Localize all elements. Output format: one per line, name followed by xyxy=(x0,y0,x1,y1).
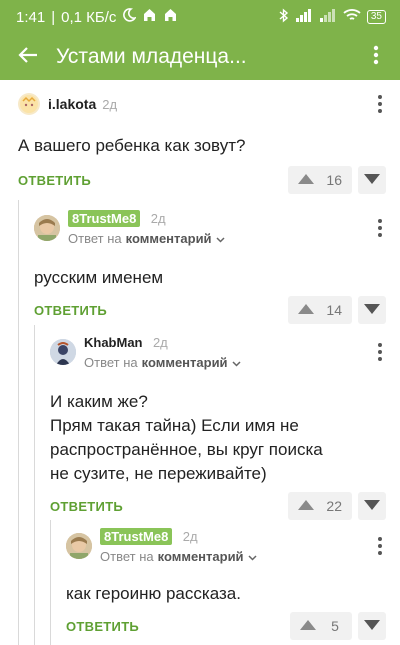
status-speed: 0,1 КБ/с xyxy=(61,8,117,26)
reply-to-link[interactable]: Ответ на комментарий xyxy=(68,231,225,246)
downvote-button[interactable] xyxy=(358,492,386,520)
downvote-button[interactable] xyxy=(358,166,386,194)
vote-controls: 5 xyxy=(290,612,386,640)
triangle-up-icon xyxy=(300,617,316,635)
comment-header: KhabMan 2д Ответ на комментарий xyxy=(34,330,400,374)
comment-text: А вашего ребенка как зовут? xyxy=(18,136,246,155)
reply-to-link[interactable]: Ответ на комментарий xyxy=(100,549,257,564)
comment-actions: ОТВЕТИТЬ 22 xyxy=(34,486,400,520)
comment: i.lakota 2д А вашего ребенка как зовут? … xyxy=(0,88,400,194)
upvote-button[interactable]: 14 xyxy=(288,296,352,324)
author-name[interactable]: 8TrustMe8 xyxy=(100,528,173,545)
arrow-left-icon xyxy=(18,46,38,69)
comment-actions: ОТВЕТИТЬ 5 xyxy=(50,606,400,640)
back-button[interactable] xyxy=(0,46,56,69)
downvote-button[interactable] xyxy=(358,612,386,640)
vote-controls: 22 xyxy=(288,492,386,520)
author-block: 8TrustMe8 2д Ответ на комментарий xyxy=(68,210,225,246)
comment: 8TrustMe8 2д Ответ на комментарий как ге… xyxy=(50,524,400,640)
avatar[interactable] xyxy=(50,339,76,365)
vote-count: 22 xyxy=(326,498,342,514)
avatar[interactable] xyxy=(66,533,92,559)
reply-button[interactable]: ОТВЕТИТЬ xyxy=(66,619,139,634)
triangle-up-icon xyxy=(298,171,315,189)
author-block: 8TrustMe8 2д Ответ на комментарий xyxy=(100,528,257,564)
vote-controls: 16 xyxy=(288,166,386,194)
comment-text: Прям такая тайна) Если имя не распростра… xyxy=(50,416,323,483)
overflow-menu-button[interactable] xyxy=(352,45,400,70)
comment-header: i.lakota 2д xyxy=(0,88,400,120)
comment-thread: i.lakota 2д А вашего ребенка как зовут? … xyxy=(0,80,400,645)
chevron-down-icon xyxy=(216,231,225,246)
reply-button[interactable]: ОТВЕТИТЬ xyxy=(18,173,91,188)
comment-text: как героиню рассказа. xyxy=(66,584,241,603)
vote-count: 14 xyxy=(326,302,342,318)
reply-to-link[interactable]: Ответ на комментарий xyxy=(84,355,241,370)
battery-indicator: 35 xyxy=(366,10,386,24)
comment-age: 2д xyxy=(150,211,166,226)
status-time: 1:41 xyxy=(16,8,46,26)
app-bar: Устами младенца... xyxy=(0,34,400,80)
reply-button[interactable]: ОТВЕТИТЬ xyxy=(34,303,107,318)
triangle-up-icon xyxy=(298,497,315,515)
author-name[interactable]: KhabMan xyxy=(84,335,143,350)
upvote-button[interactable]: 22 xyxy=(288,492,352,520)
wifi-icon xyxy=(343,8,361,26)
comment-body: И каким же? Прям такая тайна) Если имя н… xyxy=(34,390,400,486)
comment-text: русским именем xyxy=(34,268,164,287)
signal-icon xyxy=(295,8,313,26)
triangle-down-icon xyxy=(364,617,380,635)
avatar[interactable] xyxy=(18,93,40,115)
comment-text: И каким же? xyxy=(50,392,148,411)
triangle-down-icon xyxy=(364,497,380,515)
comment-menu-button[interactable] xyxy=(378,219,382,237)
vote-count: 16 xyxy=(326,172,342,188)
more-vertical-icon xyxy=(373,45,379,70)
comment-menu-button[interactable] xyxy=(378,537,382,555)
comment-actions: ОТВЕТИТЬ 14 xyxy=(18,290,400,324)
comment-age: 2д xyxy=(102,96,118,112)
comment: 8TrustMe8 2д Ответ на комментарий русски… xyxy=(18,206,400,324)
vote-count: 5 xyxy=(331,618,339,634)
upvote-button[interactable]: 16 xyxy=(288,166,352,194)
triangle-down-icon xyxy=(364,171,380,189)
comment-actions: ОТВЕТИТЬ 16 xyxy=(0,158,400,194)
comment-age: 2д xyxy=(182,529,198,544)
triangle-up-icon xyxy=(298,301,315,319)
reply-button[interactable]: ОТВЕТИТЬ xyxy=(50,499,123,514)
chevron-down-icon xyxy=(248,549,257,564)
chevron-down-icon xyxy=(232,355,241,370)
comment-age: 2д xyxy=(152,335,168,350)
comment-header: 8TrustMe8 2д Ответ на комментарий xyxy=(18,206,400,250)
author-block: KhabMan 2д Ответ на комментарий xyxy=(84,334,241,370)
triangle-down-icon xyxy=(364,301,380,319)
signal-icon xyxy=(319,8,337,26)
page-title: Устами младенца... xyxy=(56,45,247,68)
vote-controls: 14 xyxy=(288,296,386,324)
author-name[interactable]: i.lakota xyxy=(48,96,96,112)
avatar[interactable] xyxy=(34,215,60,241)
comment-menu-button[interactable] xyxy=(378,95,382,113)
comment-menu-button[interactable] xyxy=(378,343,382,361)
author-name[interactable]: 8TrustMe8 xyxy=(68,210,141,227)
comment: KhabMan 2д Ответ на комментарий И каким … xyxy=(34,330,400,520)
bluetooth-icon xyxy=(279,7,289,27)
home-icon xyxy=(142,8,157,26)
downvote-button[interactable] xyxy=(358,296,386,324)
home-icon xyxy=(163,8,178,26)
comment-header: 8TrustMe8 2д Ответ на комментарий xyxy=(50,524,400,568)
moon-icon xyxy=(122,8,138,26)
upvote-button[interactable]: 5 xyxy=(290,612,352,640)
status-bar: 1:41 | 0,1 КБ/с 35 xyxy=(0,0,400,34)
